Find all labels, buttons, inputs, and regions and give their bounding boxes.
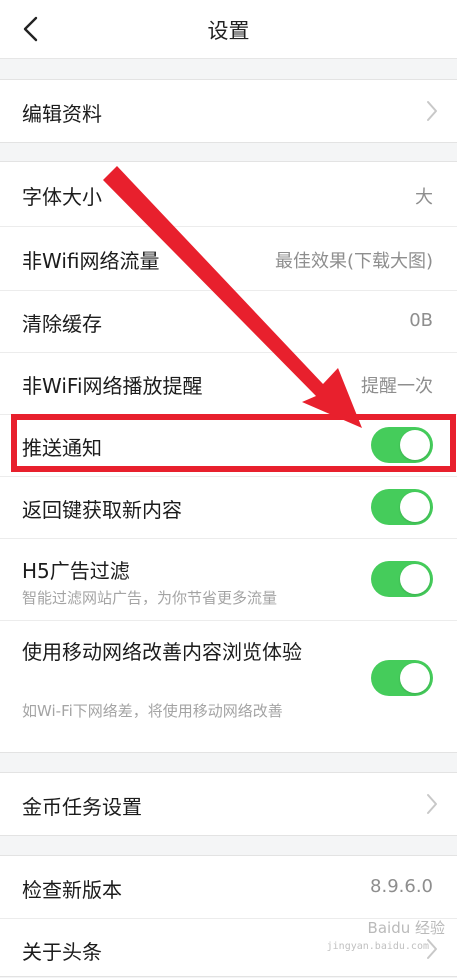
non-wifi-play-reminder-value: 提醒一次 — [361, 376, 433, 397]
check-version-value: 8.9.6.0 — [370, 876, 433, 897]
toggle-knob — [400, 663, 430, 693]
profile-group: 编辑资料 — [0, 79, 457, 143]
edit-profile-row[interactable]: 编辑资料 — [0, 80, 457, 142]
h5-ad-filter-label: H5广告过滤 — [22, 559, 130, 583]
back-key-refresh-toggle[interactable] — [371, 489, 433, 525]
watermark-logo: Baidu 经验 — [367, 919, 445, 937]
mobile-network-improve-description: 如Wi-Fi下网络差，将使用移动网络改善 — [22, 702, 283, 720]
back-key-refresh-label: 返回键获取新内容 — [22, 498, 182, 522]
font-size-value: 大 — [415, 187, 433, 208]
page-title: 设置 — [207, 19, 250, 43]
font-size-row[interactable]: 字体大小 大 — [0, 162, 457, 226]
check-version-label: 检查新版本 — [22, 878, 122, 902]
general-settings-group: 字体大小 大 非Wifi网络流量 最佳效果(下载大图) 清除缓存 0B 非WiF… — [0, 161, 457, 753]
check-version-row[interactable]: 检查新版本 8.9.6.0 — [0, 856, 457, 918]
coin-task-label: 金币任务设置 — [22, 795, 142, 819]
h5-ad-filter-row: H5广告过滤 智能过滤网站广告，为你节省更多流量 — [0, 538, 457, 620]
coin-task-row[interactable]: 金币任务设置 — [0, 773, 457, 835]
chevron-right-icon — [427, 101, 437, 121]
push-notify-label: 推送通知 — [22, 436, 102, 460]
toggle-knob — [400, 492, 430, 522]
h5-ad-filter-description: 智能过滤网站广告，为你节省更多流量 — [22, 589, 278, 607]
non-wifi-traffic-value: 最佳效果(下载大图) — [274, 251, 433, 272]
edit-profile-label: 编辑资料 — [22, 102, 102, 126]
toggle-knob — [400, 430, 430, 460]
toggle-knob — [400, 564, 430, 594]
non-wifi-play-reminder-label: 非WiFi网络播放提醒 — [22, 374, 203, 398]
clear-cache-value: 0B — [409, 310, 433, 331]
mobile-network-improve-row: 使用移动网络改善内容浏览体验 如Wi-Fi下网络差，将使用移动网络改善 — [0, 620, 457, 742]
push-notify-toggle[interactable] — [371, 427, 433, 463]
about-group: 检查新版本 8.9.6.0 关于头条 — [0, 855, 457, 977]
non-wifi-play-reminder-row[interactable]: 非WiFi网络播放提醒 提醒一次 — [0, 352, 457, 414]
non-wifi-traffic-row[interactable]: 非Wifi网络流量 最佳效果(下载大图) — [0, 226, 457, 290]
back-key-refresh-row: 返回键获取新内容 — [0, 476, 457, 538]
h5-ad-filter-toggle[interactable] — [371, 561, 433, 597]
non-wifi-traffic-label: 非Wifi网络流量 — [22, 249, 160, 273]
clear-cache-row[interactable]: 清除缓存 0B — [0, 290, 457, 352]
about-label: 关于头条 — [22, 940, 102, 964]
clear-cache-label: 清除缓存 — [22, 312, 102, 336]
watermark-url: jingyan.baidu.com — [326, 941, 429, 952]
coin-task-group: 金币任务设置 — [0, 772, 457, 836]
push-notify-row: 推送通知 — [0, 414, 457, 476]
header-bar: 设置 — [0, 0, 457, 59]
mobile-network-improve-toggle[interactable] — [371, 660, 433, 696]
font-size-label: 字体大小 — [22, 185, 102, 209]
mobile-network-improve-label: 使用移动网络改善内容浏览体验 — [22, 640, 302, 664]
chevron-right-icon — [427, 794, 437, 814]
